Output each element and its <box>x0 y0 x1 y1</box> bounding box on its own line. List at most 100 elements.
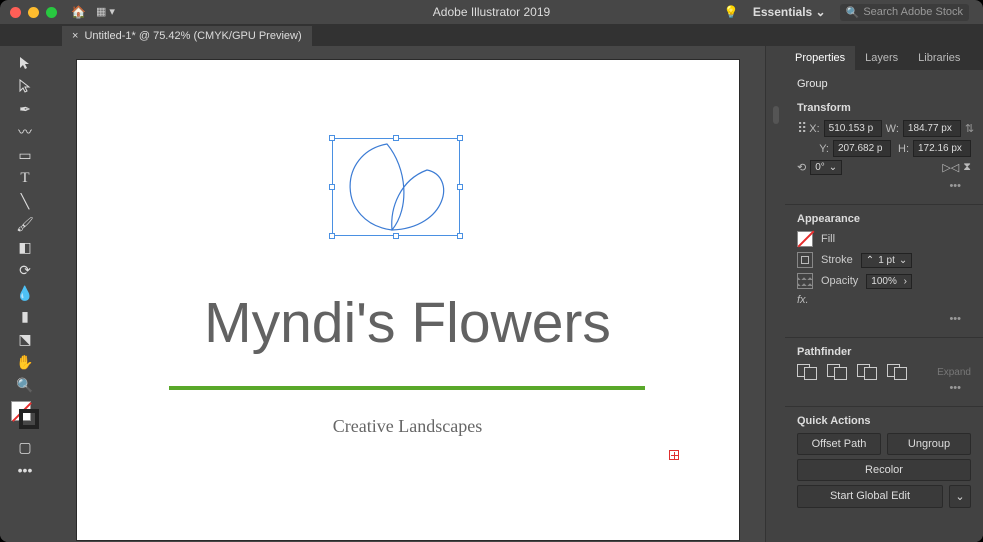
unite-icon[interactable] <box>797 364 817 380</box>
shapebuilder-tool[interactable]: ⬔ <box>13 328 37 350</box>
offset-path-button[interactable]: Offset Path <box>797 433 881 455</box>
handle-tr[interactable] <box>457 135 463 141</box>
x-input[interactable] <box>824 120 882 137</box>
search-input[interactable]: 🔍 Search Adobe Stock <box>840 4 969 21</box>
h-input[interactable] <box>913 140 971 157</box>
selected-logo-group[interactable] <box>332 138 460 236</box>
edit-toolbar-icon[interactable]: ••• <box>13 459 37 481</box>
exclude-icon[interactable] <box>887 364 907 380</box>
line-tool[interactable]: ╲ <box>13 190 37 212</box>
global-edit-button[interactable]: Start Global Edit <box>797 485 943 508</box>
handle-br[interactable] <box>457 233 463 239</box>
pen-tool[interactable]: ✒ <box>13 98 37 120</box>
opacity-label[interactable]: Opacity <box>821 275 858 287</box>
properties-panel: Properties Layers Libraries Group Transf… <box>785 46 983 542</box>
type-tool[interactable]: T <box>13 167 37 189</box>
rectangle-tool[interactable]: ▭ <box>13 144 37 166</box>
panel-tabs: Properties Layers Libraries <box>785 46 983 70</box>
tab-libraries[interactable]: Libraries <box>908 46 970 70</box>
pathfinder-section: Pathfinder Expand ••• <box>785 338 983 407</box>
tab-close-icon[interactable]: × <box>72 30 78 42</box>
quick-actions-section: Quick Actions Offset Path Ungroup Recolo… <box>785 407 983 522</box>
search-placeholder: Search Adobe Stock <box>863 6 963 18</box>
w-label: W: <box>886 123 899 135</box>
handle-bl[interactable] <box>329 233 335 239</box>
curvature-tool[interactable]: 〰 <box>13 121 37 143</box>
fill-swatch-icon[interactable] <box>797 231 813 247</box>
selection-type-label: Group <box>785 70 983 94</box>
reference-point-icon[interactable]: ⠿ <box>797 120 805 137</box>
zoom-tool[interactable]: 🔍 <box>13 374 37 396</box>
link-wh-icon[interactable]: ⇅ <box>965 122 974 135</box>
y-label: Y: <box>815 143 829 155</box>
quick-actions-heading: Quick Actions <box>797 415 971 427</box>
recolor-button[interactable]: Recolor <box>797 459 971 481</box>
x-label: X: <box>809 123 819 135</box>
opacity-input[interactable]: 100% › <box>866 274 912 289</box>
hint-icon[interactable]: 💡 <box>724 5 739 19</box>
eraser-tool[interactable]: ◧ <box>13 236 37 258</box>
trim-mark-icon <box>669 450 679 460</box>
stroke-swatch[interactable] <box>19 409 39 429</box>
panel-icon[interactable]: ▦ ▾ <box>96 5 115 19</box>
pathfinder-more-icon[interactable]: ••• <box>797 380 971 396</box>
h-label: H: <box>895 143 909 155</box>
rotate-tool[interactable]: ⟳ <box>13 259 37 281</box>
close-icon[interactable] <box>10 7 21 18</box>
handle-tm[interactable] <box>393 135 399 141</box>
gradient-tool[interactable]: ▮ <box>13 305 37 327</box>
workspace-switcher[interactable]: Essentials ⌄ <box>753 5 826 19</box>
appearance-section: Appearance Fill Stroke ⌃ 1 pt ⌄ Opacity … <box>785 205 983 338</box>
tab-layers[interactable]: Layers <box>855 46 908 70</box>
minus-front-icon[interactable] <box>827 364 847 380</box>
intersect-icon[interactable] <box>857 364 877 380</box>
handle-tl[interactable] <box>329 135 335 141</box>
stroke-label[interactable]: Stroke <box>821 254 853 266</box>
appearance-more-icon[interactable]: ••• <box>797 311 971 327</box>
fill-stroke-swatch[interactable] <box>11 401 39 429</box>
fill-label: Fill <box>821 233 835 245</box>
w-input[interactable] <box>903 120 961 137</box>
opacity-icon[interactable] <box>797 273 813 289</box>
dock-grip-icon[interactable] <box>773 106 779 124</box>
tab-properties[interactable]: Properties <box>785 46 855 70</box>
flip-v-icon[interactable]: ⧗ <box>963 161 971 174</box>
window-controls[interactable] <box>10 7 57 18</box>
document-tab[interactable]: × Untitled-1* @ 75.42% (CMYK/GPU Preview… <box>62 26 312 46</box>
selection-tool[interactable] <box>13 52 37 74</box>
flip-h-icon[interactable]: ▷◁ <box>942 161 959 174</box>
artwork-underline[interactable] <box>169 386 645 390</box>
maximize-icon[interactable] <box>46 7 57 18</box>
fx-icon[interactable]: fx. <box>797 294 809 306</box>
panel-dock-strip[interactable] <box>765 46 785 542</box>
brush-tool[interactable]: 🖌 <box>13 213 37 235</box>
search-icon: 🔍 <box>846 6 860 19</box>
artwork-title-text[interactable]: Myndi's Flowers <box>77 290 739 356</box>
expand-button: Expand <box>937 367 971 378</box>
pathfinder-heading: Pathfinder <box>797 346 971 358</box>
artwork-tagline-text[interactable]: Creative Landscapes <box>77 416 739 437</box>
transform-more-icon[interactable]: ••• <box>797 178 971 194</box>
stroke-weight-input[interactable]: ⌃ 1 pt ⌄ <box>861 253 912 268</box>
artboard[interactable]: Myndi's Flowers Creative Landscapes <box>77 60 739 540</box>
handle-ml[interactable] <box>329 184 335 190</box>
minimize-icon[interactable] <box>28 7 39 18</box>
global-edit-chevron-icon[interactable]: ⌄ <box>949 485 971 508</box>
home-icon[interactable]: 🏠 <box>71 5 86 19</box>
stroke-swatch-icon[interactable] <box>797 252 813 268</box>
direct-selection-tool[interactable] <box>13 75 37 97</box>
handle-bm[interactable] <box>393 233 399 239</box>
transform-heading: Transform <box>797 102 971 114</box>
y-input[interactable] <box>833 140 891 157</box>
handle-mr[interactable] <box>457 184 463 190</box>
eyedropper-tool[interactable]: 💧 <box>13 282 37 304</box>
rotate-input[interactable]: 0° ⌄ <box>810 160 842 175</box>
title-bar: 🏠 ▦ ▾ Adobe Illustrator 2019 💡 Essential… <box>0 0 983 24</box>
ungroup-button[interactable]: Ungroup <box>887 433 971 455</box>
hand-tool[interactable]: ✋ <box>13 351 37 373</box>
canvas-area[interactable]: Myndi's Flowers Creative Landscapes <box>50 46 765 542</box>
appearance-heading: Appearance <box>797 213 971 225</box>
tools-panel: ✒ 〰 ▭ T ╲ 🖌 ◧ ⟳ 💧 ▮ ⬔ ✋ 🔍 ▢ ••• <box>0 46 50 542</box>
rotate-icon: ⟲ <box>797 161 806 174</box>
screen-mode-icon[interactable]: ▢ <box>13 436 37 458</box>
